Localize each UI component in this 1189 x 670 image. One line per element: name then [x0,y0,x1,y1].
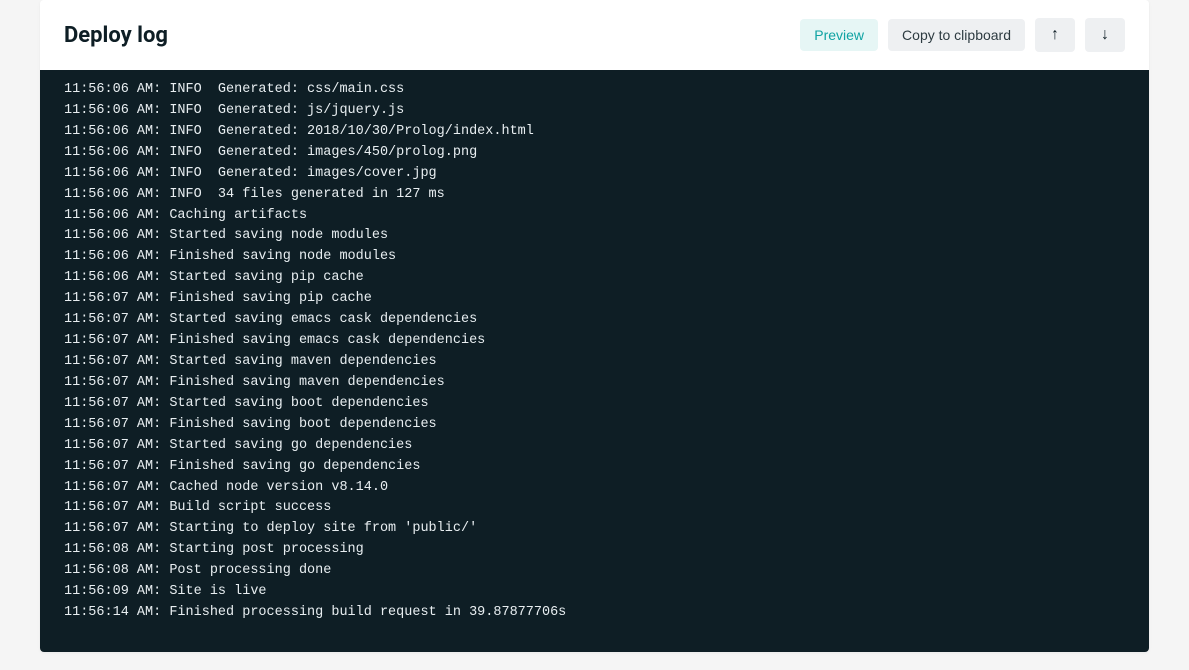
preview-button[interactable]: Preview [800,19,878,52]
log-line: 11:56:07 AM: Started saving boot depende… [64,394,1125,415]
log-line: 11:56:07 AM: Started saving maven depend… [64,352,1125,373]
log-line: 11:56:07 AM: Started saving go dependenc… [64,436,1125,457]
log-line: 11:56:07 AM: Finished saving maven depen… [64,373,1125,394]
log-line: 11:56:07 AM: Starting to deploy site fro… [64,519,1125,540]
log-line: 11:56:06 AM: Finished saving node module… [64,247,1125,268]
log-line: 11:56:06 AM: INFO Generated: js/jquery.j… [64,101,1125,122]
header-actions: Preview Copy to clipboard ↑ ↓ [800,18,1125,52]
page-title: Deploy log [64,23,168,48]
log-line: 11:56:06 AM: Caching artifacts [64,206,1125,227]
log-line: 11:56:08 AM: Starting post processing [64,540,1125,561]
log-output[interactable]: 11:56:06 AM: INFO Generated: css/main.cs… [40,70,1149,652]
arrow-down-icon: ↓ [1101,25,1109,44]
log-line: 11:56:14 AM: Finished processing build r… [64,603,1125,624]
log-line: 11:56:07 AM: Finished saving go dependen… [64,457,1125,478]
scroll-down-button[interactable]: ↓ [1085,18,1125,52]
arrow-up-icon: ↑ [1051,25,1059,44]
log-line: 11:56:06 AM: INFO Generated: images/450/… [64,143,1125,164]
scroll-up-button[interactable]: ↑ [1035,18,1075,52]
copy-to-clipboard-button[interactable]: Copy to clipboard [888,19,1025,52]
log-line: 11:56:07 AM: Finished saving pip cache [64,289,1125,310]
log-line: 11:56:06 AM: INFO Generated: css/main.cs… [64,80,1125,101]
log-line: 11:56:07 AM: Build script success [64,498,1125,519]
log-header: Deploy log Preview Copy to clipboard ↑ ↓ [40,0,1149,70]
log-line: 11:56:08 AM: Post processing done [64,561,1125,582]
log-line: 11:56:06 AM: INFO Generated: 2018/10/30/… [64,122,1125,143]
log-line: 11:56:07 AM: Cached node version v8.14.0 [64,478,1125,499]
log-line: 11:56:07 AM: Finished saving emacs cask … [64,331,1125,352]
log-line: 11:56:07 AM: Finished saving boot depend… [64,415,1125,436]
log-line: 11:56:07 AM: Started saving emacs cask d… [64,310,1125,331]
log-line: 11:56:06 AM: INFO 34 files generated in … [64,185,1125,206]
log-line: 11:56:06 AM: Started saving node modules [64,226,1125,247]
log-line: 11:56:06 AM: Started saving pip cache [64,268,1125,289]
log-line: 11:56:09 AM: Site is live [64,582,1125,603]
deploy-log-panel: Deploy log Preview Copy to clipboard ↑ ↓… [40,0,1149,652]
log-line: 11:56:06 AM: INFO Generated: images/cove… [64,164,1125,185]
